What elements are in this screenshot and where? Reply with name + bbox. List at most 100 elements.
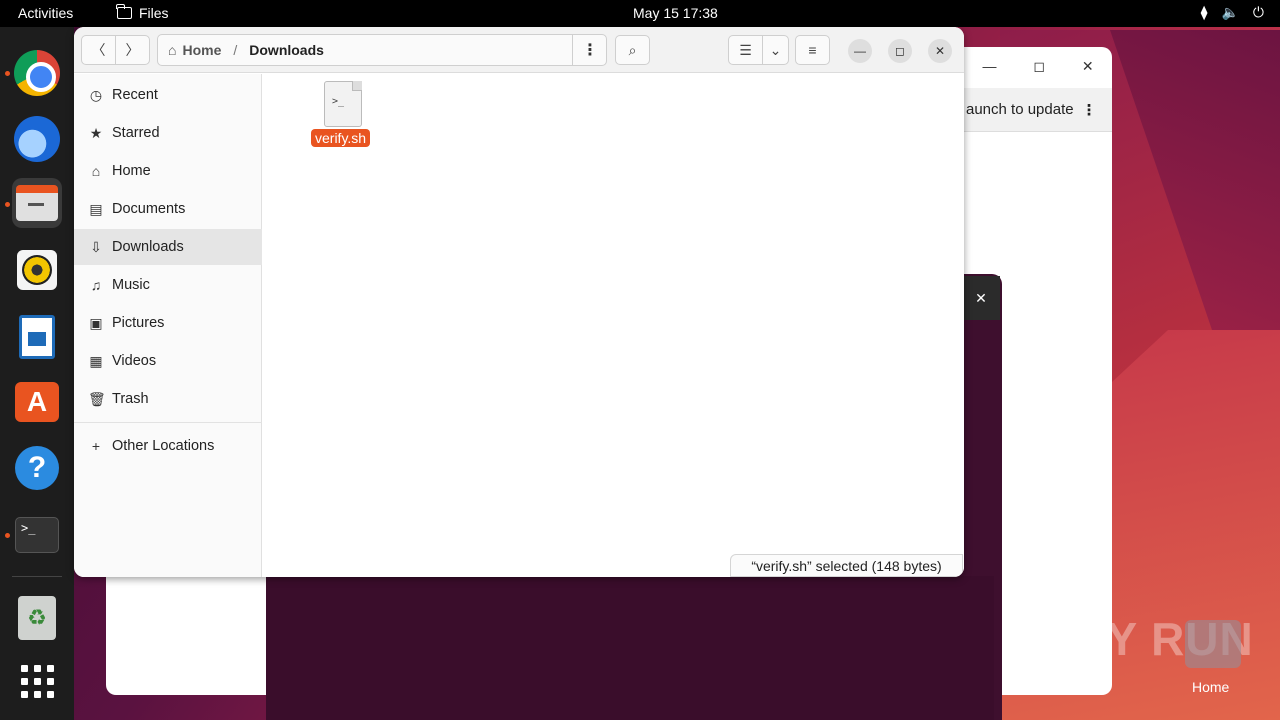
sidebar-item-label: Starred [112, 125, 160, 141]
page-fold [352, 81, 362, 91]
file-item-name[interactable]: verify.sh [311, 129, 371, 147]
maximize-button[interactable]: ◻ [888, 39, 912, 63]
trash-icon: 🗑 [88, 390, 106, 407]
sidebar-item-label: Downloads [112, 239, 184, 255]
app-menu-button[interactable]: Files [116, 4, 169, 21]
running-indicator [5, 533, 10, 538]
close-button[interactable]: ✕ [928, 39, 952, 63]
view-options-button[interactable]: ⌄ [762, 35, 789, 65]
header-bar: 〈 〉 ⌂ Home / Downloads ⋮ ⌕ ☰ ⌄ ≡ — ◻ ✕ [74, 27, 964, 73]
trash-icon[interactable]: ♻ [12, 593, 62, 643]
document-icon: ▤ [89, 200, 103, 217]
path-bar: ⌂ Home / Downloads [157, 34, 607, 66]
minimize-icon: — [854, 44, 866, 58]
sidebar-item-label: Other Locations [112, 438, 215, 454]
terminal-body [266, 576, 994, 720]
sidebar-item-trash[interactable]: 🗑 Trash [74, 381, 262, 417]
home-folder-icon[interactable] [1185, 620, 1241, 668]
sidebar-item-recent[interactable]: ◷ Recent [74, 77, 262, 113]
video-icon: ▦ [89, 352, 103, 369]
sidebar-item-starred[interactable]: ★ Starred [74, 115, 262, 151]
sidebar-item-home[interactable]: ⌂ Home [74, 153, 262, 189]
show-apps-icon[interactable] [12, 656, 62, 706]
volume-icon: 🔈 [1221, 4, 1239, 20]
sidebar-item-label: Recent [112, 87, 158, 103]
dock-separator [12, 576, 62, 577]
back-button[interactable]: 〈 [81, 35, 116, 65]
top-bar: Activities Files May 15 17:38 ⧫ 🔈 ⏻ [0, 0, 1280, 27]
libreoffice-writer-icon[interactable] [12, 312, 62, 362]
close-icon: ✕ [934, 44, 946, 58]
rhythmbox-icon[interactable] [12, 245, 62, 295]
maximize-icon: ◻ [895, 44, 905, 58]
sidebar-item-documents[interactable]: ▤ Documents [74, 191, 262, 227]
sidebar: ◷ Recent ★ Starred ⌂ Home ▤ Documents ⇩ … [74, 74, 262, 577]
chrome-icon[interactable] [12, 48, 62, 98]
activities-button[interactable]: Activities [18, 5, 73, 21]
app-center-icon[interactable]: A [12, 377, 62, 427]
path-home-label: Home [182, 42, 222, 58]
sidebar-item-label: Videos [112, 353, 157, 369]
clock-icon: ◷ [89, 86, 103, 103]
plus-icon: + [91, 438, 101, 454]
files-window: 〈 〉 ⌂ Home / Downloads ⋮ ⌕ ☰ ⌄ ≡ — ◻ ✕ ◷… [74, 27, 964, 577]
kebab-menu-icon[interactable]: ⋮ [1082, 101, 1097, 119]
dock: A ? >_ ♻ [0, 27, 74, 720]
sidebar-item-downloads[interactable]: ⇩ Downloads [74, 229, 262, 265]
app-name: Files [139, 5, 169, 21]
running-indicator [5, 202, 10, 207]
view-list-button[interactable]: ☰ [728, 35, 763, 65]
picture-icon: ▣ [89, 314, 103, 331]
search-icon: ⌕ [628, 41, 637, 58]
path-current-label[interactable]: Downloads [249, 42, 324, 58]
search-button[interactable]: ⌕ [615, 35, 650, 65]
power-icon: ⏻ [1252, 4, 1264, 20]
network-icon: ⧫ [1200, 4, 1208, 20]
main-menu-button[interactable]: ≡ [795, 35, 830, 65]
file-icon-glyph: >_ [332, 96, 345, 107]
desktop-home-label[interactable]: Home [1192, 679, 1229, 695]
sidebar-item-other-locations[interactable]: + Other Locations [74, 428, 262, 464]
chevron-left-icon: 〈 [91, 42, 106, 58]
background-window-controls: — ◻ ✕ [964, 47, 1112, 85]
sidebar-item-label: Home [112, 163, 151, 179]
help-icon[interactable]: ? [12, 443, 62, 493]
kebab-menu-icon: ⋮ [582, 42, 598, 59]
running-indicator [5, 71, 10, 76]
star-icon: ★ [89, 124, 103, 141]
close-icon[interactable]: ✕ [962, 276, 1000, 320]
sidebar-item-videos[interactable]: ▦ Videos [74, 343, 262, 379]
sidebar-item-music[interactable]: ♫ Music [74, 267, 262, 303]
list-view-icon: ☰ [739, 41, 752, 58]
path-home-button[interactable]: ⌂ Home [158, 42, 221, 58]
path-separator: / [233, 42, 238, 58]
sidebar-item-label: Music [112, 277, 150, 293]
file-view[interactable]: >_ verify.sh [263, 74, 964, 577]
system-tray[interactable]: ⧫ 🔈 ⏻ [1201, 4, 1264, 21]
path-menu-button[interactable]: ⋮ [572, 35, 607, 65]
thunderbird-icon[interactable] [12, 114, 62, 164]
folder-icon [116, 4, 132, 19]
clock[interactable]: May 15 17:38 [633, 5, 718, 21]
status-bar: “verify.sh” selected (148 bytes) [730, 554, 963, 577]
file-item-icon[interactable]: >_ [324, 81, 362, 127]
files-icon[interactable] [12, 178, 62, 228]
close-icon[interactable]: ✕ [1082, 58, 1094, 75]
hamburger-menu-icon: ≡ [808, 42, 817, 58]
download-icon: ⇩ [90, 238, 102, 255]
home-icon: ⌂ [168, 42, 177, 58]
terminal-icon[interactable]: >_ [12, 510, 62, 560]
update-text: aunch to update [966, 101, 1074, 118]
maximize-icon[interactable]: ◻ [1033, 58, 1045, 75]
sidebar-item-label: Trash [112, 391, 149, 407]
forward-button[interactable]: 〉 [115, 35, 150, 65]
sidebar-item-label: Pictures [112, 315, 165, 331]
update-banner[interactable]: aunch to update ⋮ [964, 88, 1112, 132]
music-icon: ♫ [90, 277, 102, 293]
minimize-icon[interactable]: — [982, 58, 996, 74]
minimize-button[interactable]: — [848, 39, 872, 63]
sidebar-separator [74, 422, 262, 423]
selection-status: “verify.sh” selected (148 bytes) [751, 557, 942, 574]
sidebar-item-label: Documents [112, 201, 186, 217]
sidebar-item-pictures[interactable]: ▣ Pictures [74, 305, 262, 341]
